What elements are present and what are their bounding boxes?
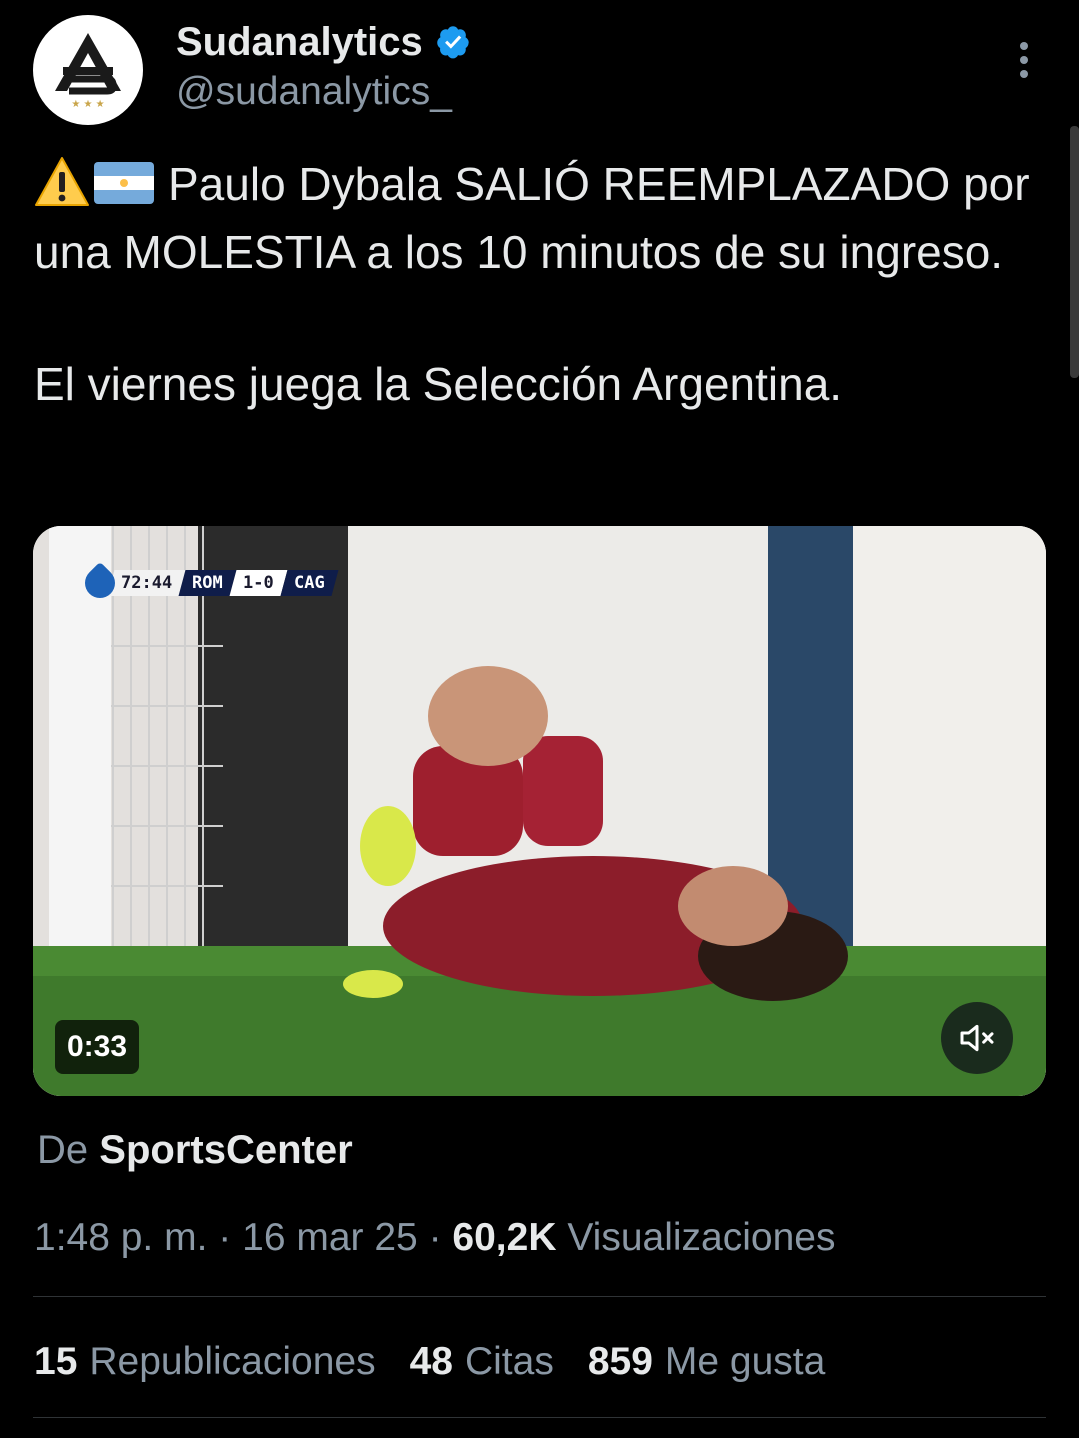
display-name-text[interactable]: Sudanalytics: [176, 18, 423, 66]
scorebug-away-team: CAG: [280, 570, 338, 596]
tweet-text: Paulo Dybala SALIÓ REEMPLAZADO por una M…: [34, 150, 1034, 418]
verified-badge-icon[interactable]: [435, 24, 471, 60]
more-dot-icon: [1020, 70, 1028, 78]
quotes-stat[interactable]: 48 Citas: [410, 1338, 554, 1386]
author-display-name[interactable]: Sudanalytics: [176, 18, 471, 66]
scorebug-clock: 72:44: [107, 570, 186, 596]
argentina-flag-emoji-icon: [94, 162, 154, 204]
divider: [33, 1417, 1046, 1418]
reposts-stat[interactable]: 15 Republicaciones: [34, 1338, 376, 1386]
scorebug-score: 1-0: [229, 570, 288, 596]
likes-label: Me gusta: [664, 1340, 826, 1383]
video-attribution: De SportsCenter: [37, 1126, 353, 1174]
tweet-paragraph-2: El viernes juega la Selección Argentina.: [34, 358, 843, 410]
video-duration-badge: 0:33: [55, 1020, 140, 1074]
warning-emoji-icon: [35, 157, 89, 206]
sudanalytics-logo-icon: ★ ★ ★: [55, 33, 121, 110]
tweet-paragraph-1: Paulo Dybala SALIÓ REEMPLAZADO por una M…: [34, 150, 1034, 286]
reposts-label: Republicaciones: [89, 1340, 376, 1383]
meta-separator: ·: [428, 1216, 442, 1259]
views-label: Visualizaciones: [567, 1216, 836, 1259]
svg-text:★ ★ ★: ★ ★ ★: [71, 99, 104, 110]
serie-a-logo-icon: [78, 561, 122, 605]
meta-separator: ·: [218, 1216, 232, 1259]
scorebug: 72:44 ROM 1-0 CAG: [78, 561, 338, 605]
tweet-time[interactable]: 1:48 p. m.: [34, 1216, 207, 1259]
tweet-date[interactable]: 16 mar 25: [242, 1216, 418, 1259]
more-dot-icon: [1020, 56, 1028, 64]
speaker-muted-icon: [960, 1024, 994, 1052]
attribution-prefix: De: [37, 1128, 89, 1172]
mute-toggle-button[interactable]: [941, 1002, 1013, 1074]
tweet-paragraph-1-text: Paulo Dybala SALIÓ REEMPLAZADO por una M…: [34, 158, 1030, 278]
scrollbar[interactable]: [1070, 126, 1079, 378]
likes-stat[interactable]: 859 Me gusta: [588, 1338, 826, 1386]
engagement-stats: 15 Republicaciones 48 Citas 859 Me gusta: [34, 1338, 825, 1386]
reposts-count: 15: [34, 1340, 78, 1383]
avatar[interactable]: ★ ★ ★: [33, 15, 143, 125]
likes-count: 859: [587, 1340, 653, 1383]
scorebug-home-team: ROM: [178, 570, 237, 596]
tweet-video[interactable]: 72:44 ROM 1-0 CAG 0:33: [33, 526, 1046, 1096]
quotes-count: 48: [409, 1340, 453, 1383]
tweet-detail-page: ★ ★ ★ Sudanalytics @sudanalytics_ Paulo …: [0, 0, 1079, 1438]
attribution-source-link[interactable]: SportsCenter: [99, 1128, 352, 1172]
more-dot-icon: [1020, 42, 1028, 50]
video-thumbnail: [33, 526, 1046, 1096]
tweet-meta: 1:48 p. m. · 16 mar 25 · 60,2K Visualiza…: [34, 1214, 835, 1262]
divider: [33, 1296, 1046, 1297]
more-options-button[interactable]: [1009, 40, 1039, 80]
views-count: 60,2K: [452, 1216, 557, 1259]
author-handle[interactable]: @sudanalytics_: [176, 68, 452, 116]
quotes-label: Citas: [464, 1340, 554, 1383]
